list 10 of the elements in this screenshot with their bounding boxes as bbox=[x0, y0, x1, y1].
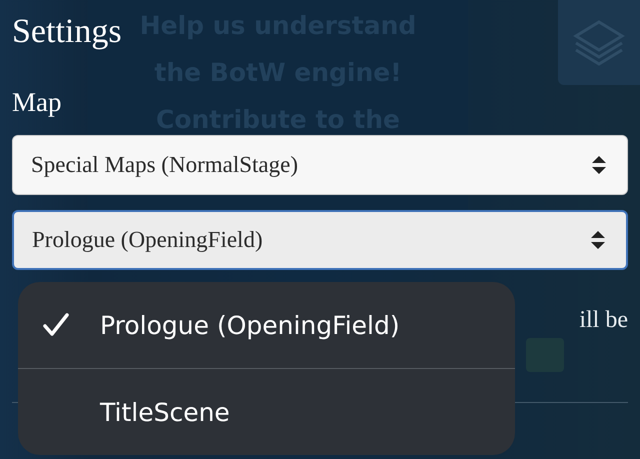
note-text: ill be bbox=[579, 306, 628, 335]
settings-title: Settings bbox=[12, 12, 122, 52]
up-down-arrows-icon bbox=[590, 230, 606, 250]
menu-item[interactable]: TitleScene bbox=[18, 369, 515, 455]
up-down-arrows-icon bbox=[591, 155, 607, 175]
map-select[interactable]: Prologue (OpeningField) bbox=[12, 210, 628, 270]
layers-button[interactable] bbox=[558, 0, 640, 85]
map-select[interactable]: Special Maps (NormalStage) bbox=[12, 135, 628, 195]
menu-item[interactable]: Prologue (OpeningField) bbox=[18, 282, 515, 368]
map-label: Map bbox=[12, 86, 62, 118]
